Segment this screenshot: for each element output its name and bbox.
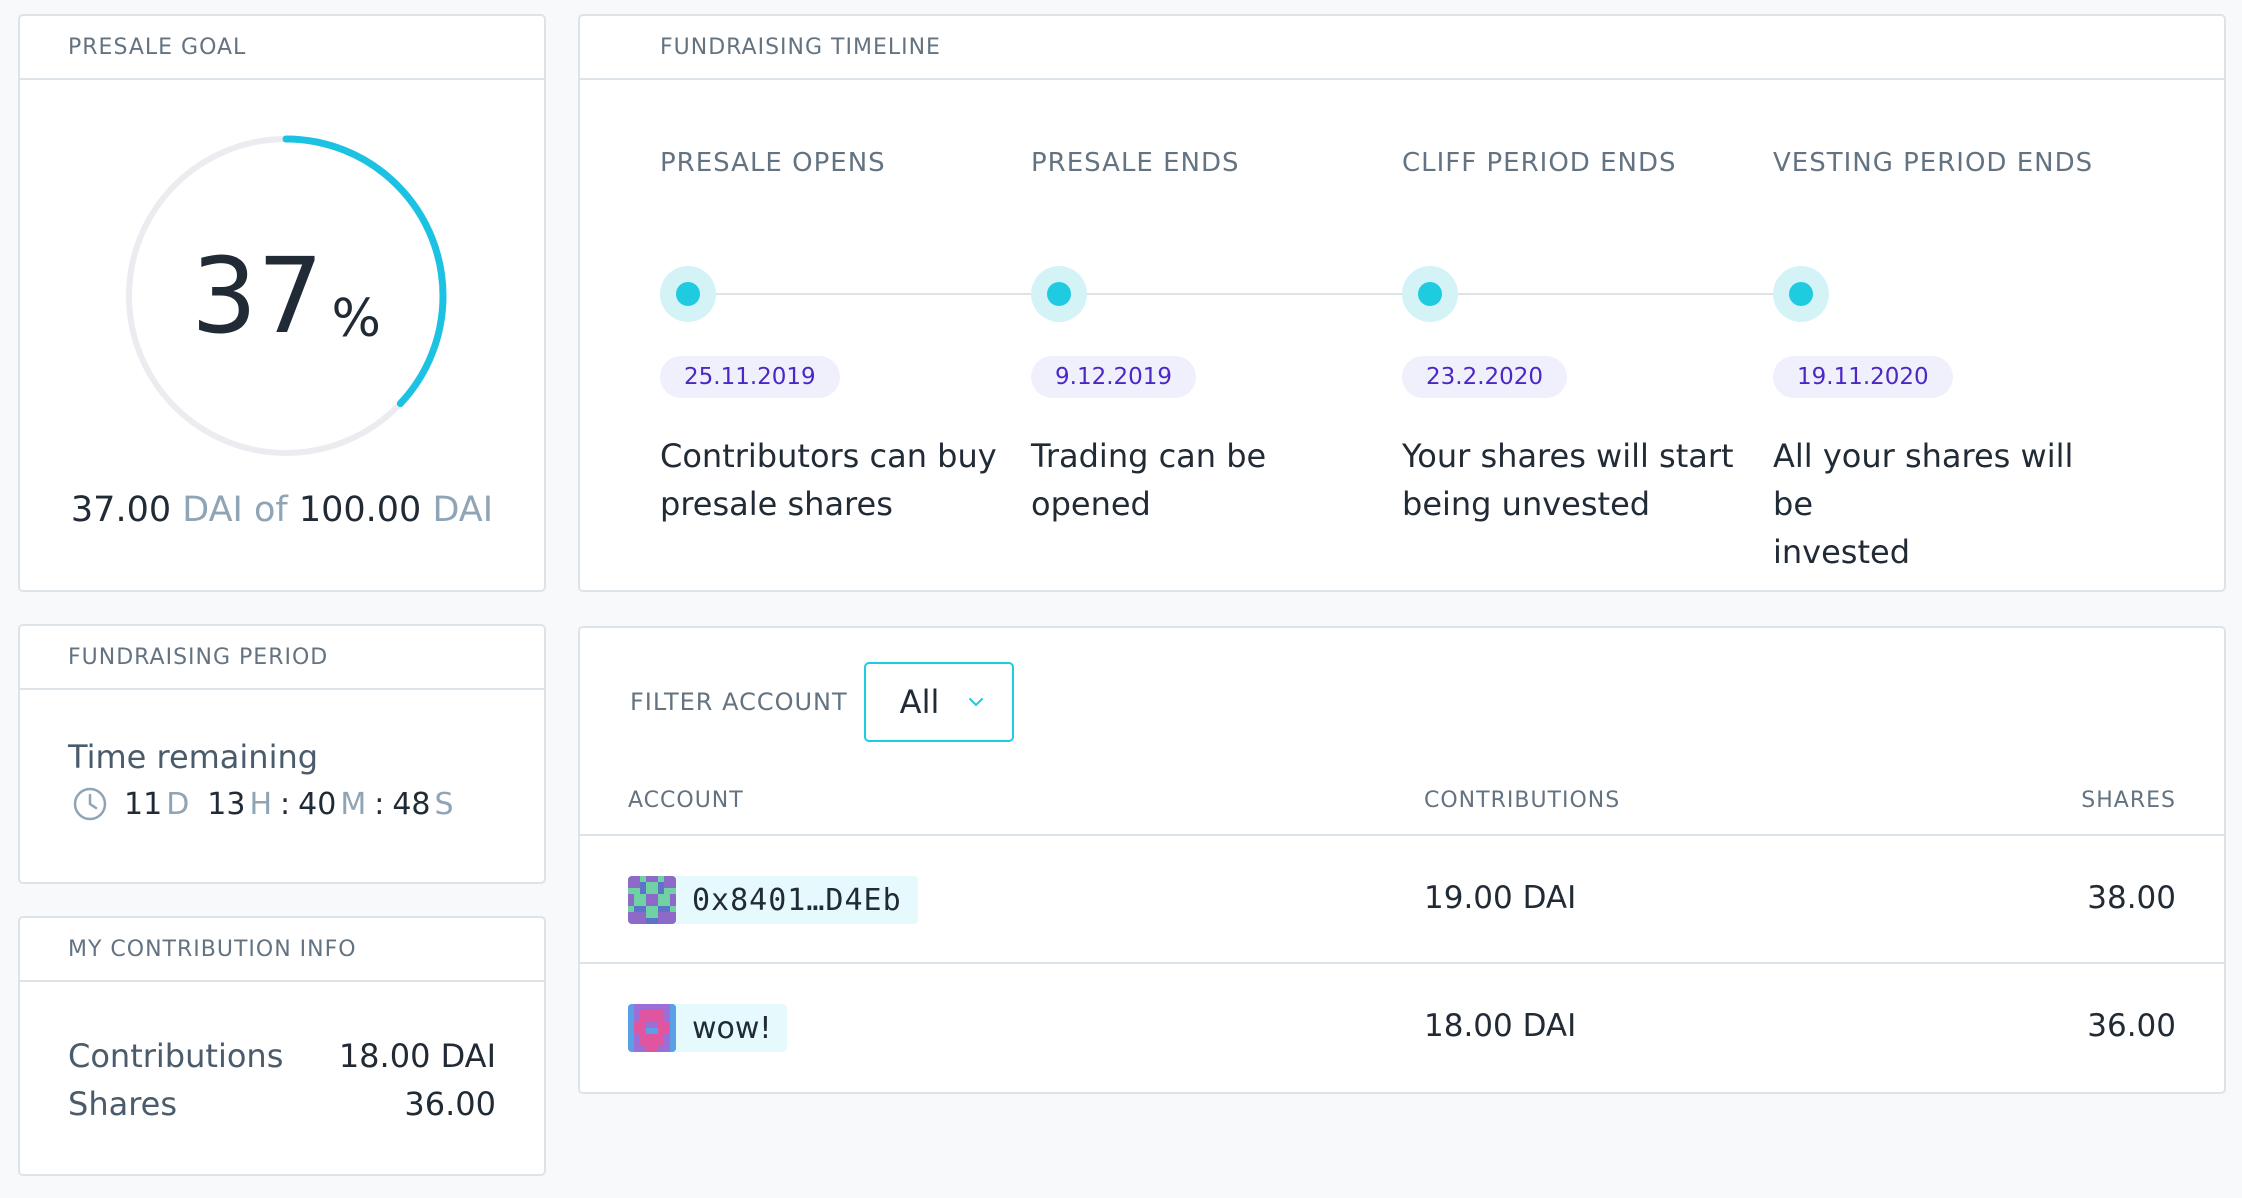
raised-amount: 37.00 [70, 490, 172, 530]
my-shares-label: Shares [68, 1085, 178, 1123]
timeline-date-badge: 19.11.2020 [1773, 356, 1953, 398]
filter-account-value: All [899, 683, 940, 721]
countdown-days-unit: D [166, 786, 190, 822]
countdown-seconds-unit: S [434, 786, 454, 822]
identicon-avatar [628, 1004, 676, 1052]
my-contribution-card: MY CONTRIBUTION INFO Contributions 18.00… [18, 916, 546, 1176]
contributions-table-card: FILTER ACCOUNT All ACCOUNT CONTRIBUTIONS… [578, 626, 2226, 1094]
my-contributions-label: Contributions [68, 1037, 284, 1075]
timeline-desc-line: invested [1773, 533, 1911, 571]
filter-account-dropdown[interactable]: All [863, 662, 1014, 742]
countdown-hours: 13 [207, 786, 246, 822]
timeline-connector [690, 293, 1802, 295]
timeline-date-badge: 23.2.2020 [1402, 356, 1568, 398]
timeline-desc-line: Contributors can buy [660, 437, 997, 475]
row-shares: 38.00 [2087, 880, 2176, 916]
table-row: wow! 18.00 DAI 36.00 [580, 964, 2224, 1092]
my-contribution-header: MY CONTRIBUTION INFO [20, 918, 544, 982]
progress-percent: 37 % [118, 128, 454, 464]
goal-amount: 37.00 DAI of 100.00 DAI [20, 490, 544, 530]
timeline-step-title: CLIFF PERIOD ENDS [1402, 148, 1677, 178]
my-shares-value: 36.00 [404, 1085, 496, 1123]
my-shares-row: Shares 36.00 [68, 1080, 496, 1128]
progress-percent-sign: % [331, 289, 381, 349]
clock-icon [73, 787, 107, 821]
countdown-minutes-unit: M [340, 786, 367, 822]
presale-goal-card: PRESALE GOAL 37 % 37.00 DAI of 100.00 DA… [18, 14, 546, 592]
timeline-step-description: Trading can be opened [1031, 432, 1371, 528]
my-contributions-row: Contributions 18.00 DAI [68, 1032, 496, 1080]
my-contributions-value: 18.00 DAI [338, 1037, 496, 1075]
timeline-desc-line: All your shares will be [1773, 437, 2074, 523]
timeline-dot [660, 266, 716, 322]
table-row: 0x8401…D4Eb 19.00 DAI 38.00 [580, 836, 2224, 964]
row-contributions: 18.00 DAI [1424, 1008, 1577, 1044]
timeline-date-badge: 25.11.2019 [660, 356, 840, 398]
goal-amount-value: 100.00 [298, 490, 422, 530]
column-header-account: ACCOUNT [628, 788, 744, 813]
presale-progress-ring: 37 % [118, 128, 454, 464]
countdown-seconds: 48 [392, 786, 431, 822]
timeline-step-title: VESTING PERIOD ENDS [1773, 148, 2094, 178]
raised-unit: DAI of [182, 490, 288, 530]
time-remaining-label: Time remaining [68, 738, 319, 776]
timeline-date-badge: 9.12.2019 [1031, 356, 1197, 398]
timeline-step-description: All your shares will be invested [1773, 432, 2113, 576]
timeline-step-description: Your shares will start being unvested [1402, 432, 1742, 528]
fundraising-period-card: FUNDRAISING PERIOD Time remaining 11 D 1… [18, 624, 546, 884]
row-shares: 36.00 [2087, 1008, 2176, 1044]
goal-unit: DAI [432, 490, 494, 530]
countdown-separator: : [280, 786, 291, 822]
identicon-avatar [628, 876, 676, 924]
account-name: wow! [692, 1010, 772, 1046]
fundraising-timeline-card: FUNDRAISING TIMELINE PRESALE OPENS 25.11… [578, 14, 2226, 592]
countdown-separator: : [374, 786, 385, 822]
timeline-desc-line: presale shares [660, 485, 893, 523]
row-contributions: 19.00 DAI [1424, 880, 1577, 916]
timeline-step-description: Contributors can buy presale shares [660, 432, 1000, 528]
column-header-contributions: CONTRIBUTIONS [1424, 788, 1621, 813]
account-badge[interactable]: 0x8401…D4Eb [628, 876, 918, 924]
countdown-days: 11 [124, 786, 163, 822]
fundraising-timeline-header: FUNDRAISING TIMELINE [580, 16, 2224, 80]
chevron-down-icon [969, 698, 984, 707]
timeline-desc-line: being unvested [1402, 485, 1651, 523]
countdown: 11 D 13 H : 40 M : 48 S [68, 786, 544, 822]
timeline-dot [1031, 266, 1087, 322]
timeline-dot [1402, 266, 1458, 322]
fundraising-period-header: FUNDRAISING PERIOD [20, 626, 544, 690]
timeline-step-title: PRESALE ENDS [1031, 148, 1240, 178]
timeline-desc-line: Trading can be opened [1031, 437, 1267, 523]
countdown-minutes: 40 [298, 786, 337, 822]
presale-goal-header: PRESALE GOAL [20, 16, 544, 80]
countdown-hours-unit: H [249, 786, 273, 822]
timeline-step-title: PRESALE OPENS [660, 148, 886, 178]
timeline-dot [1773, 266, 1829, 322]
progress-percent-value: 37 [191, 235, 324, 357]
filter-account-label: FILTER ACCOUNT [630, 688, 848, 716]
filter-account: FILTER ACCOUNT All [630, 662, 1014, 742]
account-address: 0x8401…D4Eb [692, 882, 902, 918]
timeline-desc-line: Your shares will start [1402, 437, 1734, 475]
account-badge[interactable]: wow! [628, 1004, 788, 1052]
column-header-shares: SHARES [2081, 788, 2176, 813]
